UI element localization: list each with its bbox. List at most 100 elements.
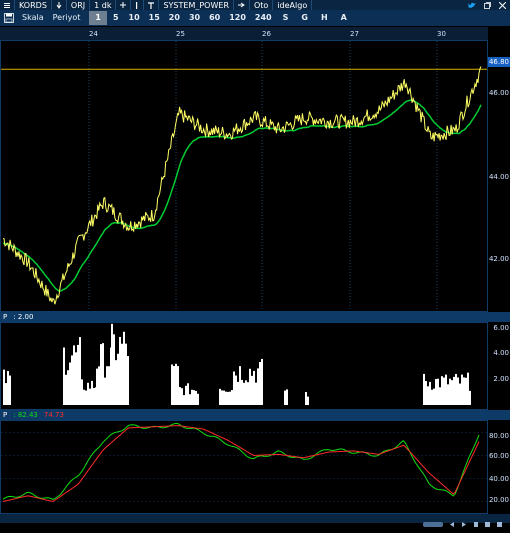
price-tick-46: 46.00 [488,89,509,97]
power-bar [431,389,433,405]
power-bar [108,366,110,405]
window-restore-icon[interactable] [480,0,495,10]
date-label-27: 27 [350,30,359,38]
cursor-icon[interactable] [131,0,145,10]
date-label-25: 25 [176,30,185,38]
symbol-selector[interactable]: KORDS [15,0,52,10]
power-bar [247,382,249,405]
power-bar [71,355,73,405]
period-button-1[interactable]: 1 [89,11,107,25]
power-panel-header: P : 2.00 [0,312,510,322]
indicator-selector[interactable]: SYSTEM_POWER [159,0,234,10]
power-bar [229,391,231,405]
power-bar [243,382,245,405]
power-bar [423,373,425,405]
osc-value-red: 74.73 [43,411,64,419]
period-label: Periyot [52,13,81,22]
power-bar [284,390,286,405]
power-bar [123,331,125,405]
signal-line [3,99,482,292]
osc-tick-60: 60.00 [488,452,509,460]
power-bar [197,393,199,405]
power-bar [435,379,437,405]
power-bar [9,375,11,405]
power-bar [87,382,89,405]
period-button-h[interactable]: H [315,11,334,25]
osc-axis: 80.00 60.00 40.00 20.00 [488,420,510,514]
date-label-24: 24 [89,30,98,38]
oscillator-panel[interactable] [0,420,488,514]
price-tick-42: 42.00 [488,255,509,263]
power-bar [239,366,241,405]
power-panel-value: : 2.00 [13,313,34,321]
power-bar [467,372,469,405]
power-bar [5,383,7,405]
oscillator-chart [1,422,487,502]
auto-button[interactable]: Oto [250,0,274,10]
text-tool-icon[interactable] [144,0,160,10]
power-bar [106,366,108,405]
power-bar [469,390,471,405]
period-button-s[interactable]: S [277,11,295,25]
plus-icon[interactable] [116,0,132,10]
power-bar [307,396,309,405]
power-bar [447,384,449,405]
period-button-5[interactable]: 5 [108,11,124,25]
power-bar [261,358,263,405]
symbol-label: KORDS [19,0,47,10]
period-button-g[interactable]: G [295,11,314,25]
power-tick-2: 2.00 [493,375,509,383]
power-bar [65,374,67,405]
price-line [3,66,482,305]
power-bar [113,334,115,405]
power-bar [185,385,187,405]
period-mode-button[interactable]: ORJ [67,0,91,10]
power-bar [179,387,181,405]
power-bar [100,344,102,405]
algo-button[interactable]: ideAlgo [273,0,313,10]
power-bar [453,376,455,405]
period-button-10[interactable]: 10 [125,11,144,25]
power-bar [427,386,429,405]
power-bar [445,374,447,405]
price-chart[interactable] [1,41,487,311]
period-button-15[interactable]: 15 [145,11,164,25]
power-bar [117,353,119,405]
power-bar [193,390,195,405]
osc-panel-header: P : 82.43 74.73 [0,410,510,420]
price-chart-panel[interactable] [0,40,488,312]
power-bar [67,370,69,405]
period-button-60[interactable]: 60 [205,11,224,25]
bottom-scrollbar[interactable] [0,514,510,527]
power-bar [91,380,93,405]
power-bar [465,377,467,405]
twitter-icon[interactable] [464,0,480,10]
power-bar [443,377,445,405]
interval-selector[interactable]: 1 dk [90,0,117,10]
osc-tick-20: 20.00 [488,496,509,504]
power-bar [125,343,127,405]
save-icon[interactable] [1,11,17,25]
menu-icon[interactable] [0,0,15,10]
scroll-controls [423,522,502,527]
power-bar [451,380,453,405]
period-button-a[interactable]: A [335,11,353,25]
scale-button[interactable]: Skala [18,11,48,25]
power-bar [102,343,104,405]
power-bar [225,391,227,405]
power-bar [191,389,193,405]
period-button-120[interactable]: 120 [225,11,250,25]
power-bar [439,387,441,405]
arrow-right-icon[interactable] [234,0,250,10]
period-toolbar: Skala Periyot 1 5 10 15 20 30 60 120 240… [0,10,510,26]
power-bar [227,391,229,405]
period-button-30[interactable]: 30 [185,11,204,25]
power-panel[interactable] [0,322,488,410]
period-button-20[interactable]: 20 [165,11,184,25]
power-bar [75,352,77,405]
period-button-240[interactable]: 240 [251,11,276,25]
down-arrow-icon[interactable] [52,0,67,10]
close-icon[interactable] [495,0,510,10]
power-bar [177,366,179,405]
title-bar: KORDS ORJ 1 dk SYSTEM_POWER Oto ideAlgo [0,0,510,10]
